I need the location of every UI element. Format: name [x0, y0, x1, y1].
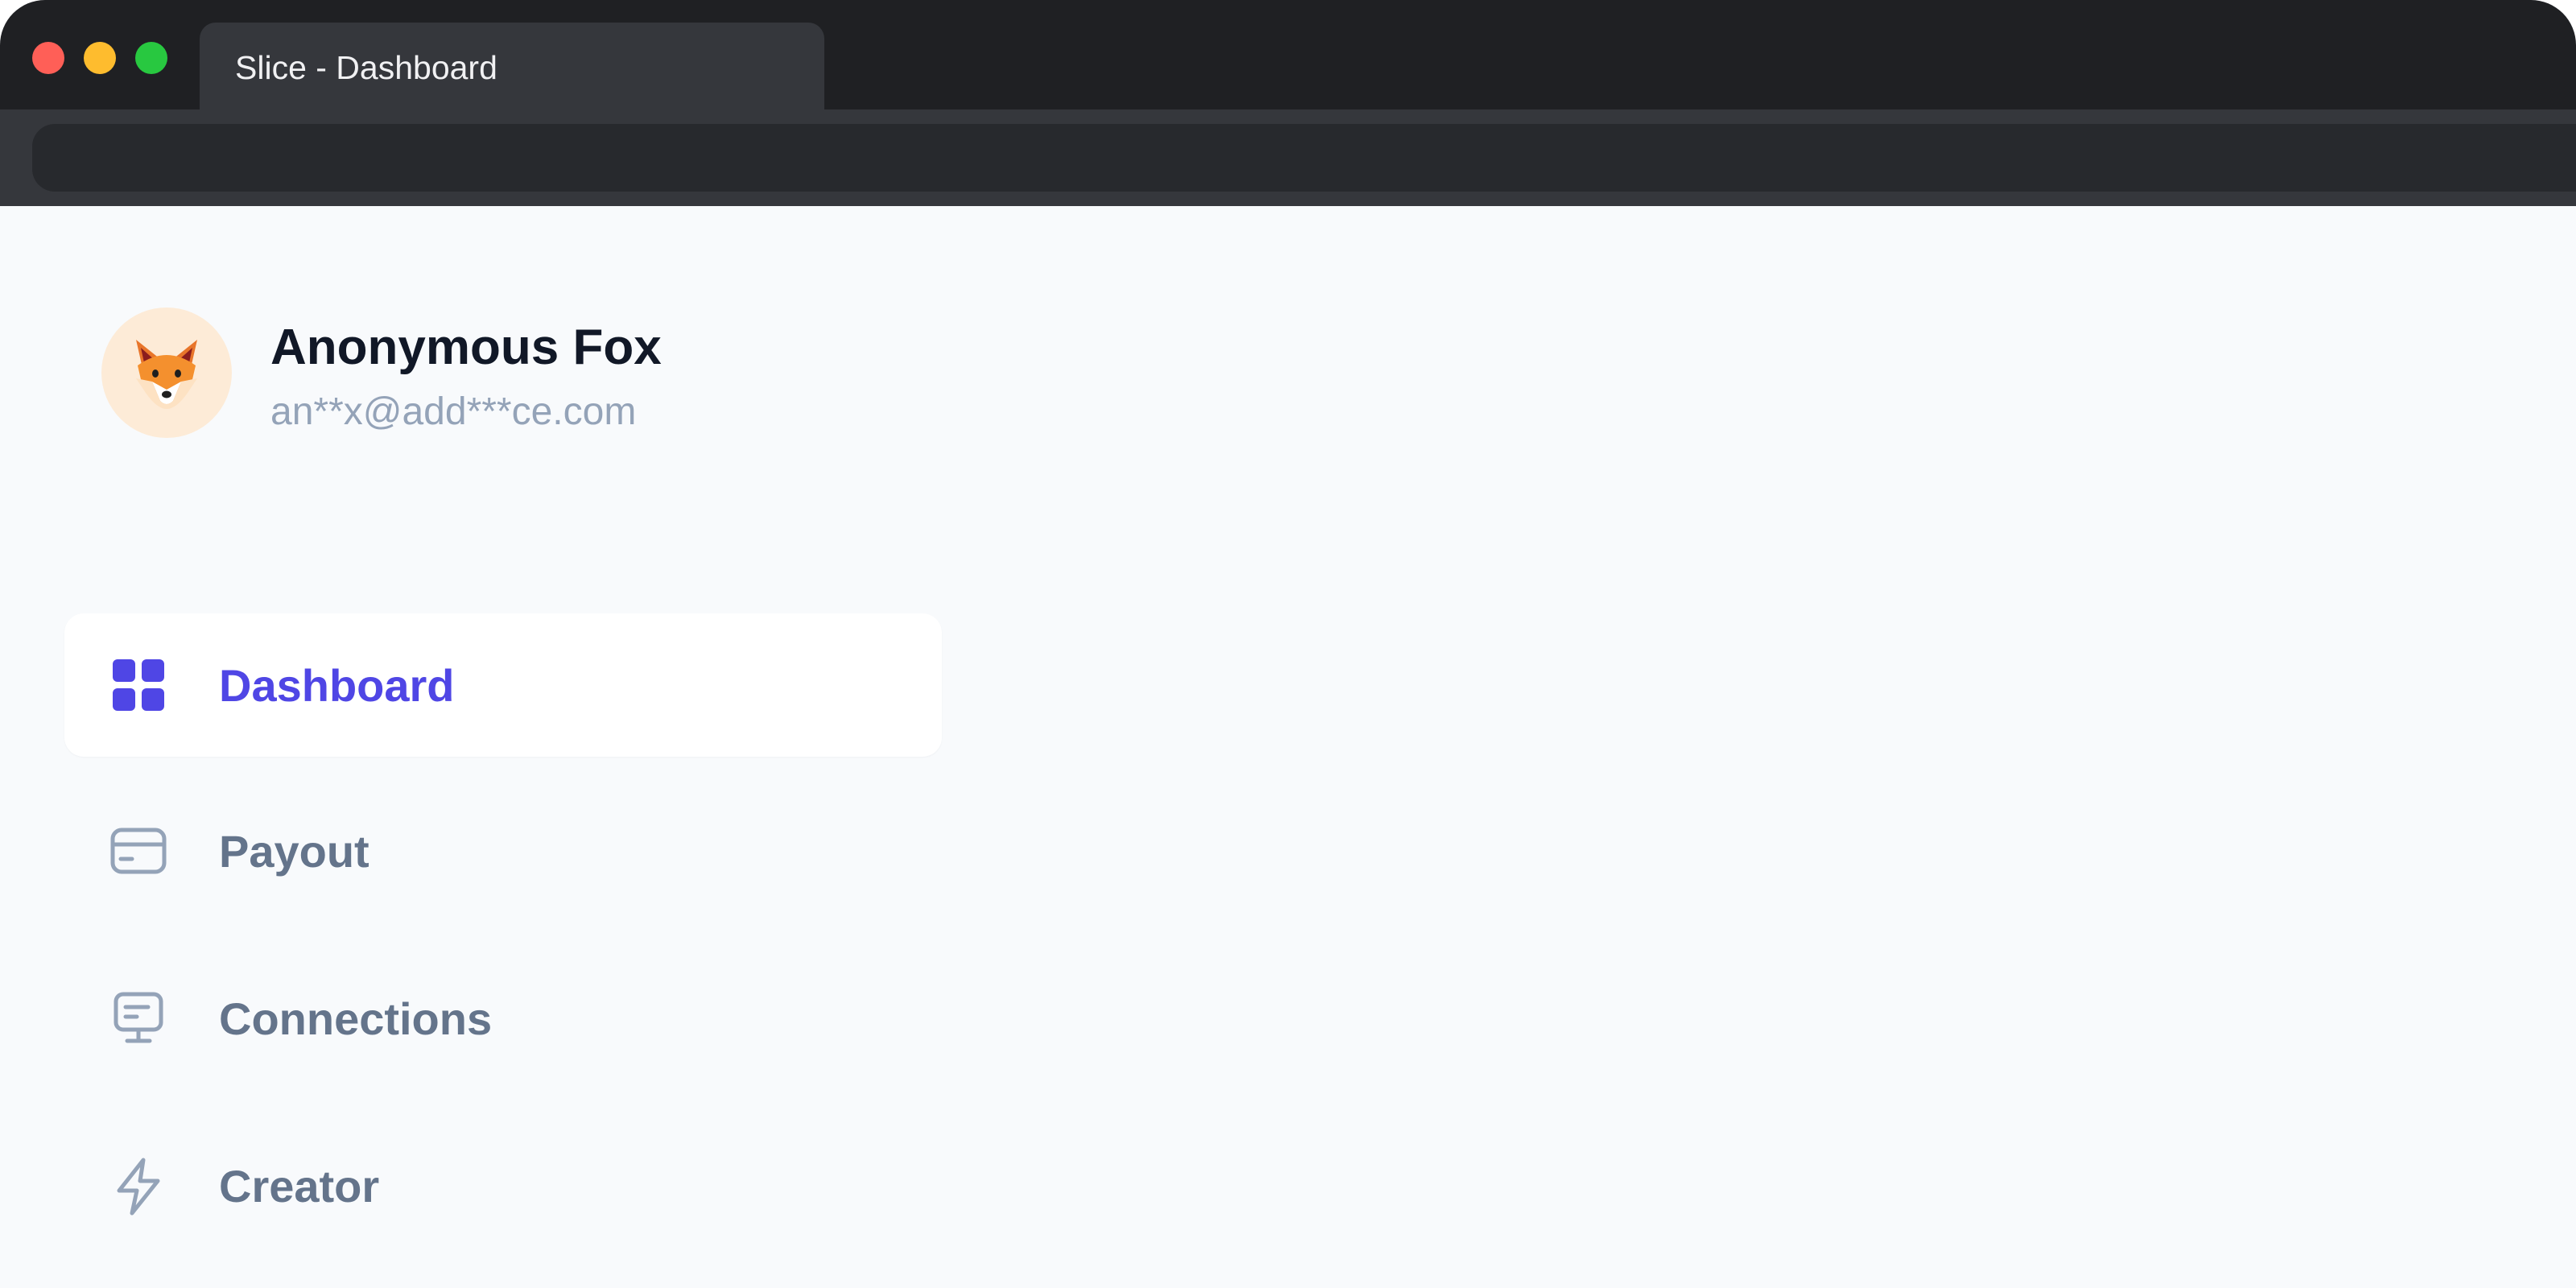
- nav-item-connections[interactable]: Connections: [64, 947, 942, 1090]
- tab-title: Slice - Dashboard: [235, 49, 497, 86]
- browser-window: Slice - Dashboard Anonymous Fox an**x@ad…: [0, 0, 2576, 1288]
- nav-item-creator[interactable]: Creator: [64, 1114, 942, 1257]
- grid-icon: [113, 659, 164, 711]
- avatar: [101, 308, 232, 438]
- nav-item-label: Creator: [219, 1161, 380, 1212]
- monitor-icon: [114, 992, 163, 1043]
- lightning-bolt-icon: [117, 1158, 160, 1216]
- fox-face-icon: [136, 340, 197, 409]
- nav-item-label: Payout: [219, 826, 369, 877]
- title-bar: Slice - Dashboard: [0, 0, 2576, 113]
- credit-card-icon: [110, 828, 167, 874]
- maximize-window-button[interactable]: [135, 42, 167, 74]
- nav-item-dashboard[interactable]: Dashboard: [64, 613, 942, 757]
- profile-email: an**x@add***ce.com: [270, 390, 637, 433]
- profile-name: Anonymous Fox: [270, 320, 662, 375]
- minimize-window-button[interactable]: [84, 42, 116, 74]
- nav-item-label: Dashboard: [219, 660, 455, 711]
- nav-item-payout[interactable]: Payout: [64, 779, 942, 923]
- browser-tab[interactable]: Slice - Dashboard: [200, 23, 824, 113]
- close-window-button[interactable]: [32, 42, 64, 74]
- address-bar[interactable]: [32, 124, 2576, 192]
- browser-toolbar: [0, 109, 2576, 206]
- nav-item-label: Connections: [219, 993, 493, 1044]
